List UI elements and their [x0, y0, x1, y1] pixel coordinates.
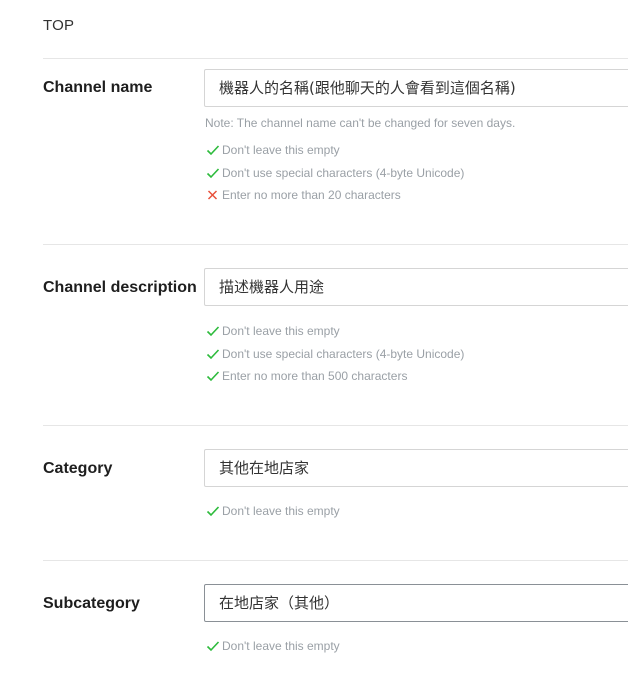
- channel-description-input[interactable]: 描述機器人用途: [204, 268, 628, 306]
- validation-rule-not-empty: Don't leave this empty: [206, 324, 340, 338]
- validation-rule-not-empty: Don't leave this empty: [206, 143, 340, 157]
- validation-rule-text: Don't use special characters (4-byte Uni…: [222, 347, 465, 361]
- check-icon: [206, 640, 220, 652]
- subcategory-label: Subcategory: [43, 595, 140, 612]
- validation-rule-max-length: Enter no more than 500 characters: [206, 369, 407, 383]
- check-icon: [206, 370, 220, 382]
- check-icon: [206, 505, 220, 517]
- channel-name-label: Channel name: [43, 79, 153, 96]
- cross-icon: [206, 189, 220, 201]
- validation-rule-text: Don't leave this empty: [222, 504, 340, 518]
- channel-description-label: Channel description: [43, 279, 197, 296]
- category-label: Category: [43, 460, 113, 477]
- channel-name-input[interactable]: 機器人的名稱(跟他聊天的人會看到這個名稱): [204, 69, 628, 107]
- check-icon: [206, 167, 220, 179]
- validation-rule-no-special-chars: Don't use special characters (4-byte Uni…: [206, 166, 464, 180]
- check-icon: [206, 144, 220, 156]
- category-select[interactable]: 其他在地店家: [204, 449, 628, 487]
- validation-rule-max-length: Enter no more than 20 characters: [206, 188, 401, 202]
- validation-rule-text: Enter no more than 20 characters: [222, 188, 401, 202]
- validation-rule-no-special-chars: Don't use special characters (4-byte Uni…: [206, 347, 464, 361]
- check-icon: [206, 348, 220, 360]
- validation-rule-text: Don't leave this empty: [222, 639, 340, 653]
- section-title: TOP: [43, 17, 75, 34]
- channel-name-note: Note: The channel name can't be changed …: [205, 116, 516, 130]
- validation-rule-text: Enter no more than 500 characters: [222, 369, 408, 383]
- validation-rule-text: Don't leave this empty: [222, 324, 340, 338]
- validation-rule-text: Don't leave this empty: [222, 143, 340, 157]
- divider: [43, 560, 628, 561]
- validation-rule-not-empty: Don't leave this empty: [206, 639, 340, 653]
- channel-settings-form: TOP Channel name 機器人的名稱(跟他聊天的人會看到這個名稱) N…: [0, 0, 628, 676]
- divider: [43, 58, 628, 59]
- divider: [43, 425, 628, 426]
- check-icon: [206, 325, 220, 337]
- validation-rule-text: Don't use special characters (4-byte Uni…: [222, 166, 465, 180]
- validation-rule-not-empty: Don't leave this empty: [206, 504, 340, 518]
- subcategory-select[interactable]: 在地店家（其他）: [204, 584, 628, 622]
- divider: [43, 244, 628, 245]
